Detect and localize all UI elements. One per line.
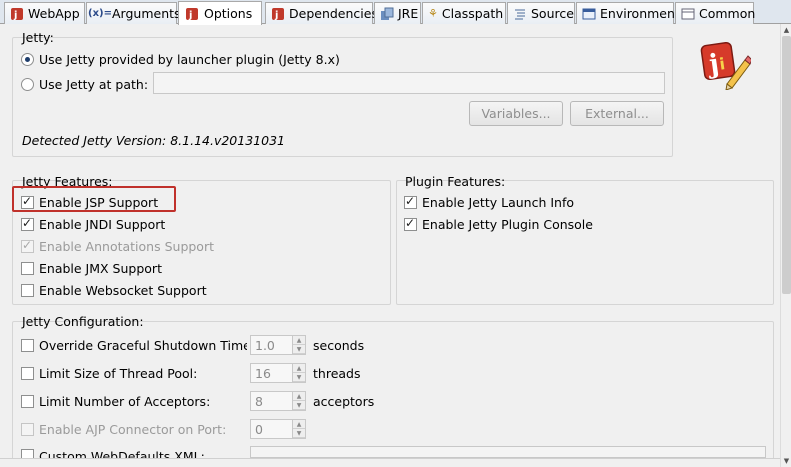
tab-environment[interactable]: Environment (576, 2, 680, 24)
acceptors-unit-label: acceptors (313, 394, 375, 409)
config-row[interactable]: Limit Number of Acceptors: (21, 392, 210, 410)
tab-label: WebApp (28, 6, 80, 21)
svg-text:j: j (13, 10, 17, 21)
tab-source[interactable]: Source (507, 2, 575, 24)
thread-pool-spinner[interactable]: 16 ▲ ▼ (250, 363, 306, 383)
tab-label: Common (699, 6, 756, 21)
tab-label: Environment (600, 6, 680, 21)
plugin-console-label: Enable Jetty Plugin Console (422, 216, 593, 232)
plugin-row[interactable]: Enable Jetty Launch Info (404, 193, 574, 211)
feature-row: Enable Annotations Support (21, 237, 214, 255)
spinner-value: 16 (255, 366, 271, 381)
jre-icon (380, 6, 394, 22)
ajp-port-spinner: 0 ▲ ▼ (250, 419, 306, 439)
spinner-arrows[interactable]: ▲ ▼ (292, 392, 305, 410)
classpath-icon: ⚘ (428, 7, 438, 20)
spinner-value: 0 (255, 422, 263, 437)
tab-jre[interactable]: JRE (374, 2, 421, 24)
radio-path-row[interactable]: Use Jetty at path: (21, 75, 148, 93)
feature-row[interactable]: Enable JNDI Support (21, 215, 165, 233)
jndi-support-label: Enable JNDI Support (39, 216, 166, 232)
tab-label: Options (204, 6, 253, 21)
tab-arguments[interactable]: (x)= Arguments (86, 2, 181, 24)
acceptors-label: Limit Number of Acceptors: (39, 393, 211, 409)
jmx-support-label: Enable JMX Support (39, 260, 162, 276)
config-row: Enable AJP Connector on Port: (21, 420, 226, 438)
spinner-arrows: ▲ ▼ (292, 420, 305, 438)
jetty-icon: j (184, 6, 200, 22)
launch-config-tabbar: j WebApp (x)= Arguments j Options j Depe… (0, 0, 791, 25)
arguments-icon: (x)= (88, 8, 112, 19)
graceful-shutdown-label: Override Graceful Shutdown Timeou (39, 337, 247, 353)
tab-label: JRE (398, 6, 419, 21)
feature-row[interactable]: Enable JMX Support (21, 259, 162, 277)
ajp-connector-label: Enable AJP Connector on Port: (39, 421, 227, 437)
source-icon (513, 6, 527, 22)
tab-dependencies[interactable]: j Dependencies (265, 2, 378, 24)
plugin-row[interactable]: Enable Jetty Plugin Console (404, 215, 593, 233)
spinner-value: 1.0 (255, 338, 275, 353)
acceptors-spinner[interactable]: 8 ▲ ▼ (250, 391, 306, 411)
thread-pool-label: Limit Size of Thread Pool: (39, 365, 198, 381)
detected-jetty-version: Detected Jetty Version: 8.1.14.v20131031 (22, 133, 285, 148)
websocket-support-checkbox[interactable] (21, 283, 34, 297)
websocket-support-label: Enable Websocket Support (39, 282, 207, 298)
seconds-unit-label: seconds (313, 338, 365, 353)
radio-launcher-label: Use Jetty provided by launcher plugin (J… (39, 51, 340, 67)
spinner-arrows[interactable]: ▲ ▼ (292, 336, 305, 354)
jetty-group-label: Jetty: (22, 30, 54, 45)
ajp-connector-checkbox (21, 422, 34, 436)
jndi-highlight-box (12, 186, 176, 212)
scroll-down-icon[interactable]: ▼ (781, 455, 791, 467)
spinner-value: 8 (255, 394, 263, 409)
common-icon (681, 6, 695, 22)
tab-label: Source (531, 6, 574, 21)
jndi-support-checkbox[interactable] (21, 216, 34, 231)
environment-icon (582, 6, 596, 22)
annotations-support-label: Enable Annotations Support (39, 238, 214, 254)
webdefaults-input[interactable] (250, 446, 766, 458)
tab-common[interactable]: Common (675, 2, 756, 24)
tab-label: Dependencies (289, 6, 378, 21)
graceful-shutdown-spinner[interactable]: 1.0 ▲ ▼ (250, 335, 306, 355)
graceful-shutdown-checkbox[interactable] (21, 338, 34, 352)
plugin-features-label: Plugin Features: (405, 174, 506, 189)
threads-unit-label: threads (313, 366, 361, 381)
radio-launcher[interactable] (21, 52, 34, 66)
annotations-support-checkbox (21, 238, 34, 253)
tab-classpath[interactable]: ⚘ Classpath (422, 2, 506, 24)
radio-path[interactable] (21, 77, 34, 91)
svg-text:j: j (188, 10, 192, 21)
plugin-console-checkbox[interactable] (404, 216, 417, 231)
jetty-icon: j (271, 6, 285, 22)
launch-info-label: Enable Jetty Launch Info (422, 194, 574, 210)
jetty-path-input[interactable] (153, 72, 665, 94)
config-row[interactable]: Limit Size of Thread Pool: (21, 364, 197, 382)
config-row[interactable]: Override Graceful Shutdown Timeou (21, 336, 247, 354)
variables-button[interactable]: Variables... (469, 101, 563, 126)
thread-pool-checkbox[interactable] (21, 366, 34, 380)
acceptors-checkbox[interactable] (21, 394, 34, 408)
radio-launcher-row[interactable]: Use Jetty provided by launcher plugin (J… (21, 50, 340, 68)
jetty-logo-icon: j i (697, 40, 753, 91)
radio-path-label: Use Jetty at path: (39, 76, 149, 92)
bottom-edge (0, 458, 780, 467)
tab-webapp[interactable]: j WebApp (4, 2, 85, 24)
jetty-icon: j (10, 6, 24, 22)
scroll-up-icon[interactable]: ▲ (781, 24, 791, 36)
jmx-support-checkbox[interactable] (21, 261, 34, 275)
tab-options[interactable]: j Options (178, 1, 262, 25)
tab-label: Classpath (441, 6, 504, 21)
launch-info-checkbox[interactable] (404, 194, 417, 209)
feature-row[interactable]: Enable Websocket Support (21, 281, 207, 299)
external-button[interactable]: External... (570, 101, 664, 126)
tab-label: Arguments (112, 6, 181, 21)
spinner-arrows[interactable]: ▲ ▼ (292, 364, 305, 382)
svg-text:j: j (274, 10, 278, 21)
scrollbar-thumb[interactable] (782, 36, 791, 294)
vertical-scrollbar[interactable]: ▲ ▼ (780, 24, 791, 467)
jetty-configuration-label: Jetty Configuration: (22, 314, 144, 329)
